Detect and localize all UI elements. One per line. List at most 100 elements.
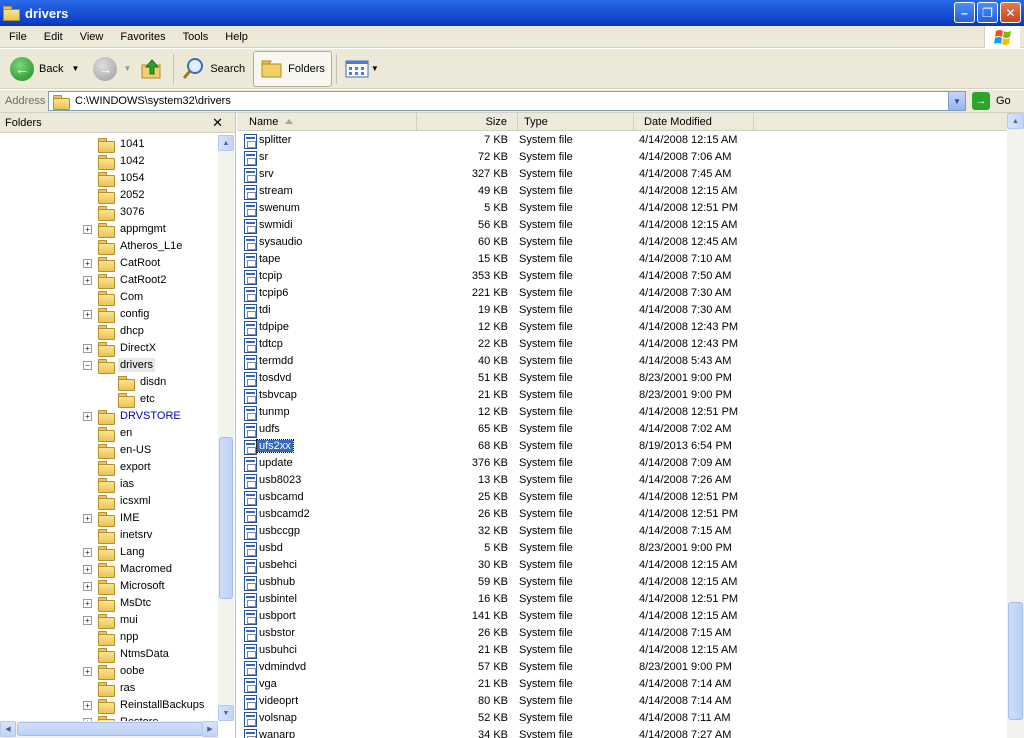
folders-button[interactable]: Folders [253,50,332,87]
file-row[interactable]: swenum 5 KB System file 4/14/2008 12:51 PM [237,201,1007,218]
tree-item[interactable]: − drivers [0,357,218,374]
menu-view[interactable]: View [71,31,112,43]
tree-item[interactable]: en [0,425,218,442]
tree-item[interactable]: + Macromed [0,561,218,578]
expand-icon[interactable]: + [83,412,92,421]
expand-icon[interactable]: + [83,667,92,676]
file-row[interactable]: usbccgp 32 KB System file 4/14/2008 7:15 AM [237,524,1007,541]
file-row[interactable]: tcpip 353 KB System file 4/14/2008 7:50 AM [237,269,1007,286]
file-row[interactable]: usbintel 16 KB System file 4/14/2008 12:51 … [237,592,1007,609]
tree-item[interactable]: ras [0,680,218,697]
tree-item[interactable]: NtmsData [0,646,218,663]
title-bar[interactable]: drivers – ❐ ✕ [0,0,1024,26]
file-row[interactable]: videoprt 80 KB System file 4/14/2008 7:14 A… [237,694,1007,711]
expand-icon[interactable]: + [83,259,92,268]
expand-icon[interactable]: + [83,701,92,710]
forward-button[interactable]: → ▼ [89,52,135,86]
tree-item[interactable]: +Restore [0,714,218,721]
tree-item[interactable]: 3076 [0,204,218,221]
file-row[interactable]: tcpip6 221 KB System file 4/14/2008 7:30 AM [237,286,1007,303]
expand-icon[interactable]: + [83,514,92,523]
file-row[interactable]: tdi 19 KB System file 4/14/2008 7:30 AM [237,303,1007,320]
menu-file[interactable]: File [0,31,35,43]
tree-item[interactable]: + DRVSTORE [0,408,218,425]
file-row[interactable]: usbd 5 KB System file 8/23/2001 9:00 PM [237,541,1007,558]
tree-item[interactable]: + ReinstallBackups [0,697,218,714]
chevron-down-icon[interactable]: ▼ [123,64,131,73]
file-row[interactable]: usbstor 26 KB System file 4/14/2008 7:15 AM [237,626,1007,643]
scroll-left-button[interactable]: ◀ [0,721,16,737]
tree-item[interactable]: Atheros_L1e [0,238,218,255]
tree-item[interactable]: disdn [0,374,218,391]
file-row[interactable]: tsbvcap 21 KB System file 8/23/2001 9:00 PM [237,388,1007,405]
close-icon[interactable]: ✕ [212,115,223,131]
chevron-down-icon[interactable]: ▼ [371,64,379,73]
file-row[interactable]: sr 72 KB System file 4/14/2008 7:06 AM [237,150,1007,167]
file-row[interactable]: usbuhci 21 KB System file 4/14/2008 12:15 A… [237,643,1007,660]
file-row[interactable]: tdtcp 22 KB System file 4/14/2008 12:43 PM [237,337,1007,354]
file-row[interactable]: tosdvd 51 KB System file 8/23/2001 9:00 PM [237,371,1007,388]
tree-item[interactable]: icsxml [0,493,218,510]
menu-favorites[interactable]: Favorites [111,31,173,43]
file-row[interactable]: volsnap 52 KB System file 4/14/2008 7:11 AM [237,711,1007,728]
menu-tools[interactable]: Tools [174,31,217,43]
column-header-size[interactable]: Size [417,113,518,131]
file-row[interactable]: usbehci 30 KB System file 4/14/2008 12:15 A… [237,558,1007,575]
column-header-date[interactable]: Date Modified [634,113,754,131]
file-row[interactable]: termdd 40 KB System file 4/14/2008 5:43 AM [237,354,1007,371]
tree-item[interactable]: 2052 [0,187,218,204]
tree-item[interactable]: + CatRoot [0,255,218,272]
file-row[interactable]: stream 49 KB System file 4/14/2008 12:15 AM [237,184,1007,201]
folder-tree-vertical-scrollbar[interactable]: ▲ ▼ [218,135,234,721]
file-row[interactable]: vdmindvd 57 KB System file 8/23/2001 9:00 P… [237,660,1007,677]
file-row[interactable]: ufs2xx 68 KB System file 8/19/2013 6:54 PM [237,439,1007,456]
menu-edit[interactable]: Edit [35,31,71,43]
expand-icon[interactable]: + [83,225,92,234]
file-row[interactable]: vga 21 KB System file 4/14/2008 7:14 AM [237,677,1007,694]
file-row[interactable]: sysaudio 60 KB System file 4/14/2008 12:45 … [237,235,1007,252]
file-row[interactable]: update 376 KB System file 4/14/2008 7:09 AM [237,456,1007,473]
expand-icon[interactable]: + [83,616,92,625]
scroll-thumb[interactable] [17,722,203,736]
tree-item[interactable]: etc [0,391,218,408]
tree-item[interactable]: export [0,459,218,476]
tree-item[interactable]: + appmgmt [0,221,218,238]
minimize-button[interactable]: – [954,2,975,23]
tree-item[interactable]: + mui [0,612,218,629]
tree-item[interactable]: + CatRoot2 [0,272,218,289]
scroll-right-button[interactable]: ▶ [202,721,218,737]
expand-icon[interactable]: + [83,344,92,353]
tree-item[interactable]: ias [0,476,218,493]
tree-item[interactable]: dhcp [0,323,218,340]
up-folder-button[interactable] [135,52,169,86]
file-row[interactable]: tape 15 KB System file 4/14/2008 7:10 AM [237,252,1007,269]
go-button[interactable]: → Go [972,92,1011,110]
tree-item[interactable]: + config [0,306,218,323]
menu-help[interactable]: Help [216,31,256,43]
file-row[interactable]: usbport 141 KB System file 4/14/2008 12:15 … [237,609,1007,626]
restore-button[interactable]: ❐ [977,2,998,23]
file-row[interactable]: udfs 65 KB System file 4/14/2008 7:02 AM [237,422,1007,439]
file-row[interactable]: srv 327 KB System file 4/14/2008 7:45 AM [237,167,1007,184]
file-row[interactable]: usbcamd 25 KB System file 4/14/2008 12:51 P… [237,490,1007,507]
file-row[interactable]: tdpipe 12 KB System file 4/14/2008 12:43 PM [237,320,1007,337]
file-list-vertical-scrollbar[interactable]: ▲ [1007,113,1024,738]
column-header-name[interactable]: Name [237,113,417,131]
collapse-icon[interactable]: − [83,361,92,370]
tree-item[interactable]: 1054 [0,170,218,187]
expand-icon[interactable]: + [83,582,92,591]
address-input[interactable]: C:\WINDOWS\system32\drivers ▼ [48,91,966,111]
file-row[interactable]: wanarp 34 KB System file 4/14/2008 7:27 AM [237,728,1007,738]
tree-item[interactable]: inetsrv [0,527,218,544]
scroll-up-button[interactable]: ▲ [1007,113,1024,129]
file-row[interactable]: usb8023 13 KB System file 4/14/2008 7:26 AM [237,473,1007,490]
tree-item[interactable]: 1041 [0,136,218,153]
file-row[interactable]: splitter 7 KB System file 4/14/2008 12:15 A… [237,133,1007,150]
tree-item[interactable]: + Microsoft [0,578,218,595]
tree-item[interactable]: + IME [0,510,218,527]
scroll-thumb[interactable] [219,437,233,599]
scroll-thumb[interactable] [1008,602,1023,720]
expand-icon[interactable]: + [83,310,92,319]
expand-icon[interactable]: + [83,565,92,574]
folder-tree-horizontal-scrollbar[interactable]: ◀ ▶ [0,721,218,738]
